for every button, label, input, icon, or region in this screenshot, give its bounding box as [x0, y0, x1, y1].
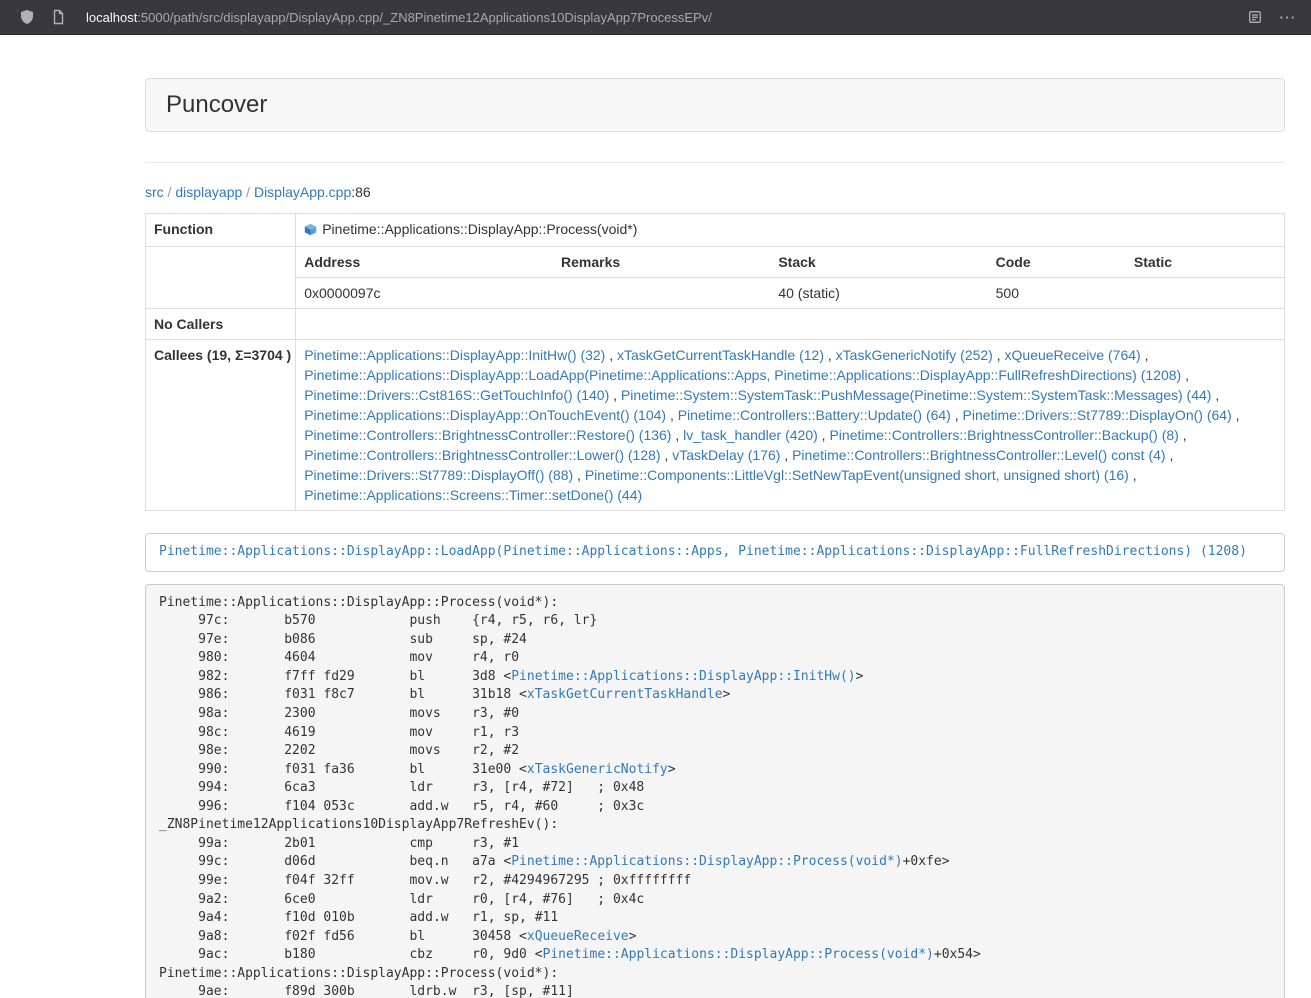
code-line: 99e: f04f 32ff mov.w r2, #4294967295 ; 0…: [159, 872, 1271, 891]
page-content: Puncover src / displayapp / DisplayApp.c…: [145, 78, 1285, 998]
breadcrumb: src / displayapp / DisplayApp.cpp:86: [145, 182, 1285, 202]
page-actions-icon[interactable]: ⋯: [1277, 8, 1297, 26]
remarks-value: [553, 278, 770, 309]
code-line: 982: f7ff fd29 bl 3d8 <Pinetime::Applica…: [159, 668, 1271, 687]
divider: [145, 162, 1285, 163]
function-name-cell: Pinetime::Applications::DisplayApp::Proc…: [296, 214, 1285, 247]
browser-toolbar: localhost:5000/path/src/displayapp/Displ…: [0, 0, 1311, 35]
address-value: 0x0000097c: [296, 278, 553, 309]
callee-link[interactable]: xTaskGetCurrentTaskHandle (12): [617, 347, 824, 363]
url-path: :5000/path/src/displayapp/DisplayApp.cpp…: [137, 10, 712, 25]
code-line: 9a8: f02f fd56 bl 30458 <xQueueReceive>: [159, 928, 1271, 947]
selected-symbol-box: Pinetime::Applications::DisplayApp::Load…: [145, 533, 1285, 572]
col-header-stack: Stack: [770, 247, 987, 278]
callees-label: Callees (19, Σ=3704 ): [146, 340, 296, 511]
code-line: 98e: 2202 movs r2, #2: [159, 742, 1271, 761]
callees-cell: Pinetime::Applications::DisplayApp::Init…: [296, 340, 1285, 511]
code-line: 9a4: f10d 010b add.w r1, sp, #11: [159, 909, 1271, 928]
function-row: Function Pinetime::Applications::Display…: [146, 214, 1285, 247]
symbol-link[interactable]: Pinetime::Applications::DisplayApp::Proc…: [511, 854, 902, 869]
no-callers-label: No Callers: [146, 309, 296, 340]
callee-link[interactable]: Pinetime::Drivers::St7789::DisplayOff() …: [304, 467, 573, 483]
static-value: [1126, 278, 1284, 309]
code-line: 986: f031 f8c7 bl 31b18 <xTaskGetCurrent…: [159, 686, 1271, 705]
callee-link[interactable]: xQueueReceive (764): [1005, 347, 1141, 363]
breadcrumb-link[interactable]: DisplayApp.cpp: [254, 184, 351, 200]
stats-data-row: 0x0000097c 40 (static) 500: [296, 278, 1284, 309]
stack-value: 40 (static): [770, 278, 987, 309]
symbol-link[interactable]: xTaskGetCurrentTaskHandle: [527, 687, 723, 702]
function-table: Function Pinetime::Applications::Display…: [145, 213, 1285, 511]
symbol-link[interactable]: Pinetime::Applications::DisplayApp::Proc…: [543, 947, 934, 962]
callee-link[interactable]: Pinetime::Controllers::BrightnessControl…: [304, 447, 660, 463]
callee-link[interactable]: Pinetime::Controllers::Battery::Update()…: [678, 407, 951, 423]
callee-link[interactable]: Pinetime::Controllers::BrightnessControl…: [792, 447, 1165, 463]
breadcrumb-line-number: :86: [351, 184, 370, 200]
breadcrumb-link[interactable]: displayapp: [175, 184, 242, 200]
code-line: 990: f031 fa36 bl 31e00 <xTaskGenericNot…: [159, 761, 1271, 780]
breadcrumb-separator: /: [242, 184, 254, 200]
reader-mode-icon[interactable]: [1246, 8, 1264, 26]
code-line: 996: f104 053c add.w r5, r4, #60 ; 0x3c: [159, 798, 1271, 817]
stats-table: Address Remarks Stack Code Static 0x0000…: [296, 247, 1284, 308]
code-line: 97e: b086 sub sp, #24: [159, 631, 1271, 650]
symbol-link[interactable]: xQueueReceive: [527, 929, 629, 944]
col-header-remarks: Remarks: [553, 247, 770, 278]
page-info-icon[interactable]: [49, 8, 67, 26]
code-line: Pinetime::Applications::DisplayApp::Proc…: [159, 965, 1271, 984]
callee-link[interactable]: Pinetime::Applications::DisplayApp::Init…: [304, 347, 605, 363]
callee-link[interactable]: Pinetime::Controllers::BrightnessControl…: [304, 427, 671, 443]
stats-cell: Address Remarks Stack Code Static 0x0000…: [296, 247, 1285, 309]
code-line: 9ae: f89d 300b ldrb.w r3, [sp, #11]: [159, 983, 1271, 998]
page-title: Puncover: [166, 91, 267, 118]
function-name: Pinetime::Applications::DisplayApp::Proc…: [322, 221, 637, 237]
callee-link[interactable]: Pinetime::Controllers::BrightnessControl…: [829, 427, 1178, 443]
code-line: 98c: 4619 mov r1, r3: [159, 724, 1271, 743]
code-value: 500: [988, 278, 1126, 309]
callee-link[interactable]: Pinetime::System::SystemTask::PushMessag…: [621, 387, 1212, 403]
stats-header-row: Address Remarks Stack Code Static: [296, 247, 1284, 278]
code-line: _ZN8Pinetime12Applications10DisplayApp7R…: [159, 816, 1271, 835]
url-host: localhost: [86, 10, 137, 25]
page-title-box: Puncover: [145, 78, 1285, 132]
code-line: 99a: 2b01 cmp r3, #1: [159, 835, 1271, 854]
code-line: 98a: 2300 movs r3, #0: [159, 705, 1271, 724]
callees-row: Callees (19, Σ=3704 ) Pinetime::Applicat…: [146, 340, 1285, 511]
callee-link[interactable]: vTaskDelay (176): [672, 447, 780, 463]
callee-link[interactable]: Pinetime::Applications::DisplayApp::Load…: [304, 367, 1181, 383]
code-line: 97c: b570 push {r4, r5, r6, lr}: [159, 612, 1271, 631]
callee-link[interactable]: Pinetime::Applications::DisplayApp::OnTo…: [304, 407, 666, 423]
callee-link[interactable]: xTaskGenericNotify (252): [836, 347, 993, 363]
stats-row: Address Remarks Stack Code Static 0x0000…: [146, 247, 1285, 309]
callee-link[interactable]: Pinetime::Applications::Screens::Timer::…: [304, 487, 642, 503]
stats-row-label: [146, 247, 296, 309]
url-bar[interactable]: localhost:5000/path/src/displayapp/Displ…: [80, 10, 1233, 25]
col-header-address: Address: [296, 247, 553, 278]
col-header-code: Code: [988, 247, 1126, 278]
function-row-label: Function: [146, 214, 296, 247]
code-line: Pinetime::Applications::DisplayApp::Proc…: [159, 594, 1271, 613]
breadcrumb-link[interactable]: src: [145, 184, 164, 200]
code-line: 99c: d06d beq.n a7a <Pinetime::Applicati…: [159, 853, 1271, 872]
code-line: 980: 4604 mov r4, r0: [159, 649, 1271, 668]
function-cube-icon: [304, 221, 317, 241]
code-line: 994: 6ca3 ldr r3, [r4, #72] ; 0x48: [159, 779, 1271, 798]
col-header-static: Static: [1126, 247, 1284, 278]
callee-link[interactable]: Pinetime::Drivers::St7789::DisplayOn() (…: [963, 407, 1232, 423]
callers-row: No Callers: [146, 309, 1285, 340]
code-line: 9ac: b180 cbz r0, 9d0 <Pinetime::Applica…: [159, 946, 1271, 965]
breadcrumb-separator: /: [164, 184, 176, 200]
callers-cell: [296, 309, 1285, 340]
symbol-link[interactable]: xTaskGenericNotify: [527, 762, 668, 777]
callee-link[interactable]: Pinetime::Components::LittleVgl::SetNewT…: [585, 467, 1129, 483]
disassembly: Pinetime::Applications::DisplayApp::Proc…: [145, 584, 1285, 998]
selected-symbol-link[interactable]: Pinetime::Applications::DisplayApp::Load…: [159, 544, 1247, 559]
callee-link[interactable]: Pinetime::Drivers::Cst816S::GetTouchInfo…: [304, 387, 609, 403]
shield-icon[interactable]: [18, 8, 36, 26]
callee-link[interactable]: lv_task_handler (420): [683, 427, 818, 443]
symbol-link[interactable]: Pinetime::Applications::DisplayApp::Init…: [511, 669, 855, 684]
code-line: 9a2: 6ce0 ldr r0, [r4, #76] ; 0x4c: [159, 891, 1271, 910]
